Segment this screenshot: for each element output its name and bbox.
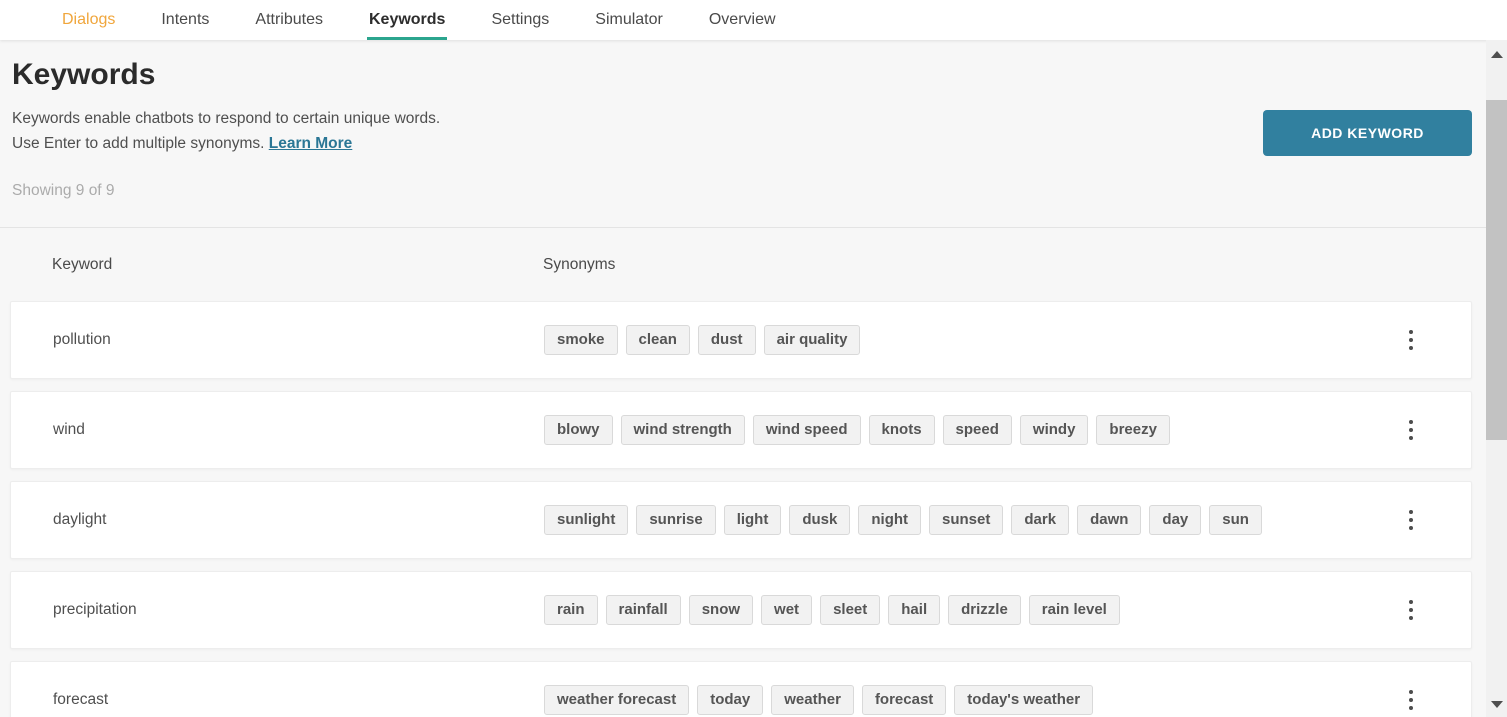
tab-settings[interactable]: Settings bbox=[489, 0, 551, 40]
showing-count: Showing 9 of 9 bbox=[12, 182, 115, 199]
synonym-chip: night bbox=[858, 505, 922, 535]
synonym-chip: today bbox=[697, 685, 764, 715]
tab-overview[interactable]: Overview bbox=[707, 0, 778, 40]
keyword-label: forecast bbox=[53, 691, 109, 708]
synonym-chip: dust bbox=[697, 325, 756, 355]
table-row[interactable]: pollution smoke clean dust air quality bbox=[10, 301, 1472, 379]
synonym-chip: light bbox=[723, 505, 782, 535]
scroll-up-icon[interactable] bbox=[1490, 51, 1503, 58]
description-line1: Keywords enable chatbots to respond to c… bbox=[12, 110, 441, 127]
vertical-scrollbar[interactable] bbox=[1486, 40, 1507, 717]
table-header: Keyword Synonyms bbox=[0, 228, 1486, 301]
page-title: Keywords bbox=[12, 58, 156, 91]
row-menu-kebab-icon[interactable] bbox=[1403, 324, 1419, 356]
synonym-chip: weather forecast bbox=[544, 685, 690, 715]
synonym-chip: sunset bbox=[929, 505, 1004, 535]
synonym-chip: today's weather bbox=[954, 685, 1094, 715]
tab-dialogs[interactable]: Dialogs bbox=[60, 0, 117, 40]
synonym-chip: rainfall bbox=[605, 595, 681, 625]
table-row[interactable]: daylight sunlight sunrise light dusk night su… bbox=[10, 481, 1472, 559]
synonym-chip: sunrise bbox=[636, 505, 716, 535]
synonym-chip: snow bbox=[688, 595, 754, 625]
table-row[interactable]: wind blowy wind strength wind speed knots sp… bbox=[10, 391, 1472, 469]
synonym-chip-group: rain rainfall snow wet sleet hail drizzle rain … bbox=[544, 595, 1120, 625]
synonym-chip: sunlight bbox=[544, 505, 629, 535]
synonym-chip: hail bbox=[888, 595, 941, 625]
synonym-chip: day bbox=[1149, 505, 1202, 535]
table-row[interactable]: forecast weather forecast today weather for… bbox=[10, 661, 1472, 717]
tab-intents[interactable]: Intents bbox=[159, 0, 211, 40]
description-line2: Use Enter to add multiple synonyms. bbox=[12, 135, 265, 152]
synonym-chip-group: sunlight sunrise light dusk night sunset dark d… bbox=[544, 505, 1262, 535]
synonym-chip: wind speed bbox=[752, 415, 861, 445]
keyword-label: precipitation bbox=[53, 601, 137, 618]
learn-more-link[interactable]: Learn More bbox=[269, 135, 353, 152]
synonym-chip: breezy bbox=[1096, 415, 1170, 445]
synonym-chip: rain bbox=[544, 595, 598, 625]
keywords-page: Keywords Keywords enable chatbots to res… bbox=[0, 40, 1486, 717]
tab-simulator[interactable]: Simulator bbox=[593, 0, 665, 40]
synonym-chip: air quality bbox=[763, 325, 861, 355]
column-header-keyword: Keyword bbox=[52, 255, 113, 273]
row-menu-kebab-icon[interactable] bbox=[1403, 504, 1419, 536]
synonym-chip: sun bbox=[1209, 505, 1262, 535]
synonym-chip: windy bbox=[1019, 415, 1089, 445]
synonym-chip-group: blowy wind strength wind speed knots speed wi… bbox=[544, 415, 1170, 445]
synonym-chip: forecast bbox=[861, 685, 947, 715]
synonym-chip: sleet bbox=[820, 595, 881, 625]
synonym-chip: dusk bbox=[789, 505, 851, 535]
column-header-synonyms: Synonyms bbox=[543, 255, 616, 273]
tab-keywords[interactable]: Keywords bbox=[367, 0, 447, 40]
synonym-chip: rain level bbox=[1028, 595, 1120, 625]
synonym-chip: dark bbox=[1011, 505, 1070, 535]
keyword-label: wind bbox=[53, 421, 85, 438]
add-keyword-button[interactable]: ADD KEYWORD bbox=[1263, 110, 1472, 156]
synonym-chip-group: smoke clean dust air quality bbox=[544, 325, 861, 355]
synonym-chip: knots bbox=[868, 415, 935, 445]
row-menu-kebab-icon[interactable] bbox=[1403, 684, 1419, 716]
keyword-label: pollution bbox=[53, 331, 111, 348]
keyword-label: daylight bbox=[53, 511, 107, 528]
synonym-chip: speed bbox=[942, 415, 1012, 445]
top-nav: Dialogs Intents Attributes Keywords Sett… bbox=[0, 0, 1507, 40]
scroll-down-icon[interactable] bbox=[1490, 701, 1503, 708]
synonym-chip: wet bbox=[761, 595, 813, 625]
row-menu-kebab-icon[interactable] bbox=[1403, 594, 1419, 626]
synonym-chip: dawn bbox=[1077, 505, 1142, 535]
synonym-chip: clean bbox=[625, 325, 690, 355]
tab-attributes[interactable]: Attributes bbox=[253, 0, 325, 40]
synonym-chip: smoke bbox=[544, 325, 618, 355]
synonym-chip: drizzle bbox=[948, 595, 1021, 625]
keyword-list: pollution smoke clean dust air quality wind… bbox=[10, 301, 1472, 717]
synonym-chip: wind strength bbox=[620, 415, 745, 445]
synonym-chip: blowy bbox=[544, 415, 613, 445]
synonym-chip-group: weather forecast today weather forecast toda… bbox=[544, 685, 1094, 715]
row-menu-kebab-icon[interactable] bbox=[1403, 414, 1419, 446]
scrollbar-thumb[interactable] bbox=[1486, 100, 1507, 440]
table-row[interactable]: precipitation rain rainfall snow wet sleet ha… bbox=[10, 571, 1472, 649]
synonym-chip: weather bbox=[771, 685, 854, 715]
